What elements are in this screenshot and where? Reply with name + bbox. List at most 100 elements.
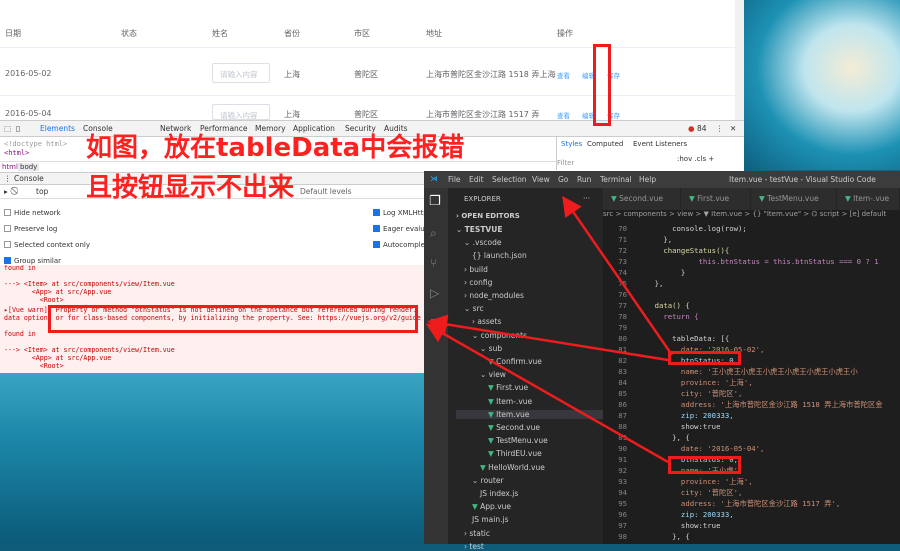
view-link[interactable]: 查看 bbox=[557, 110, 570, 120]
tree-item[interactable]: › static bbox=[464, 529, 490, 538]
tab-elements[interactable]: Elements bbox=[40, 124, 75, 133]
code-line[interactable]: show:true bbox=[637, 521, 721, 530]
checkbox-icon[interactable] bbox=[373, 209, 380, 216]
checkbox-icon[interactable] bbox=[373, 241, 380, 248]
tree-item[interactable]: ▼ Item-.vue bbox=[488, 397, 532, 406]
tree-item[interactable]: ▼ Confirm.vue bbox=[488, 357, 542, 366]
name-input[interactable]: 请输入内容 bbox=[212, 63, 270, 83]
tab-styles[interactable]: Styles bbox=[561, 140, 582, 148]
menu-run[interactable]: Run bbox=[577, 175, 591, 184]
crumb-body[interactable]: body bbox=[18, 163, 40, 171]
code-line[interactable]: data() { bbox=[637, 301, 690, 310]
tab-event-listeners[interactable]: Event Listeners bbox=[633, 140, 687, 148]
tree-item[interactable]: ▼ Item.vue bbox=[456, 409, 603, 419]
checkbox-icon[interactable] bbox=[4, 257, 11, 264]
menu-view[interactable]: View bbox=[532, 175, 550, 184]
context-select[interactable]: top bbox=[36, 187, 48, 196]
close-icon[interactable]: ✕ bbox=[730, 124, 736, 133]
filter-input[interactable]: Filter bbox=[557, 159, 574, 167]
tree-item[interactable]: › test bbox=[464, 542, 484, 551]
menu-help[interactable]: Help bbox=[639, 175, 656, 184]
checkbox-icon[interactable] bbox=[4, 225, 11, 232]
checkbox-icon[interactable] bbox=[373, 225, 380, 232]
extensions-icon[interactable]: ⊞ bbox=[430, 316, 440, 330]
tree-item[interactable]: ▼ TestMenu.vue bbox=[488, 436, 548, 445]
page-scrollbar[interactable] bbox=[735, 0, 744, 120]
tree-item[interactable]: ⌄ components bbox=[472, 331, 527, 340]
crumb-html[interactable]: html bbox=[2, 163, 18, 171]
explorer-more-icon[interactable]: ··· bbox=[583, 194, 590, 203]
doctype-line[interactable]: <!doctype html> bbox=[4, 140, 67, 148]
code-line[interactable]: zip: 200333, bbox=[637, 510, 734, 519]
sidebar-toggle-icon[interactable]: ▸ bbox=[4, 187, 8, 196]
tab-second-vue[interactable]: ▼ Second.vue bbox=[603, 188, 681, 210]
tree-item[interactable]: ⌄ router bbox=[472, 476, 504, 485]
code-line[interactable]: name: '王小虎王小虎王小虎王小虎王小虎王小虎王小 bbox=[637, 367, 858, 377]
tree-item[interactable]: ⌄ sub bbox=[480, 344, 502, 353]
name-input[interactable]: 请输入内容 bbox=[212, 104, 270, 120]
tab-console-drawer[interactable]: Console bbox=[14, 174, 44, 183]
option-preserve-log[interactable]: Preserve log bbox=[4, 225, 57, 233]
run-debug-icon[interactable]: ▷ bbox=[430, 286, 439, 300]
code-line[interactable]: province: '上海', bbox=[637, 477, 753, 487]
code-line[interactable]: zip: 200333, bbox=[637, 411, 734, 420]
tab-first-vue[interactable]: ▼ First.vue bbox=[681, 188, 751, 210]
tree-item[interactable]: › assets bbox=[472, 317, 501, 326]
tree-item[interactable]: › node_modules bbox=[464, 291, 524, 300]
drawer-menu-icon[interactable]: ⋮ bbox=[4, 174, 12, 183]
tree-item[interactable]: ▼ First.vue bbox=[488, 383, 528, 392]
option-selected-context[interactable]: Selected context only bbox=[4, 241, 90, 249]
code-line[interactable]: return { bbox=[637, 312, 698, 321]
view-link[interactable]: 查看 bbox=[557, 70, 570, 80]
code-line[interactable]: console.log(row); bbox=[637, 224, 747, 233]
checkbox-icon[interactable] bbox=[4, 209, 11, 216]
code-line[interactable]: }, bbox=[637, 235, 672, 244]
tab-item-dash-vue[interactable]: ▼ Item-.vue bbox=[837, 188, 900, 210]
editor-breadcrumb[interactable]: src > components > view > ▼ Item.vue > {… bbox=[603, 210, 900, 222]
tree-item[interactable]: ▼ Second.vue bbox=[488, 423, 540, 432]
tab-computed[interactable]: Computed bbox=[587, 140, 623, 148]
code-line[interactable]: this.btnStatus = this.btnStatus === 0 ? … bbox=[637, 257, 879, 266]
code-line[interactable]: show:true bbox=[637, 422, 721, 431]
device-icon[interactable]: ▯ bbox=[16, 124, 20, 133]
menu-terminal[interactable]: Terminal bbox=[600, 175, 632, 184]
code-line[interactable]: changeStatus(){ bbox=[637, 246, 729, 255]
more-icon[interactable]: ⋮ bbox=[716, 124, 724, 133]
inspect-icon[interactable]: ⬚ bbox=[4, 124, 11, 133]
menu-edit[interactable]: Edit bbox=[469, 175, 484, 184]
tree-item[interactable]: ▼ ThirdEU.vue bbox=[488, 449, 542, 458]
filter-toggles[interactable]: :hov .cls + bbox=[677, 155, 714, 163]
option-hide-network[interactable]: Hide network bbox=[4, 209, 61, 217]
tree-item[interactable]: ⌄ TESTVUE bbox=[456, 225, 502, 234]
tree-item[interactable]: ⌄ .vscode bbox=[464, 238, 502, 247]
code-line[interactable]: address: '上海市普陀区金沙江路 1518 弄上海市普陀区金 bbox=[637, 400, 883, 410]
error-count[interactable]: 84 bbox=[697, 124, 707, 133]
tab-testmenu-vue[interactable]: ▼ TestMenu.vue bbox=[751, 188, 837, 210]
code-line[interactable]: tableData: [{ bbox=[637, 334, 729, 343]
tree-item[interactable]: › build bbox=[464, 265, 488, 274]
code-line[interactable]: city: '普陀区', bbox=[637, 389, 742, 399]
open-editors-section[interactable]: › OPEN EDITORS bbox=[456, 212, 520, 220]
checkbox-icon[interactable] bbox=[4, 241, 11, 248]
tree-item[interactable]: ⌄ src bbox=[464, 304, 484, 313]
tree-item[interactable]: {} launch.json bbox=[472, 251, 527, 260]
code-line[interactable]: }, bbox=[637, 279, 664, 288]
code-editor[interactable]: 70 console.log(row); 71 }, 72 changeStatus… bbox=[603, 222, 900, 544]
code-line[interactable]: city: '普陀区', bbox=[637, 488, 742, 498]
html-line[interactable]: <html> bbox=[4, 149, 29, 157]
tree-item[interactable]: JS main.js bbox=[472, 515, 508, 524]
option-log-xhr[interactable]: Log XMLHttp bbox=[373, 209, 428, 217]
source-control-icon[interactable]: ⑂ bbox=[430, 256, 437, 270]
code-line[interactable]: }, { bbox=[637, 433, 690, 442]
option-group-similar[interactable]: Group similar bbox=[4, 257, 61, 265]
code-line[interactable]: } bbox=[637, 268, 685, 277]
option-eager-eval[interactable]: Eager evalua bbox=[373, 225, 429, 233]
option-autocomplete[interactable]: Autocomple bbox=[373, 241, 425, 249]
code-line[interactable]: address: '上海市普陀区金沙江路 1517 弄', bbox=[637, 499, 840, 509]
search-icon[interactable]: ⌕ bbox=[430, 226, 437, 241]
tree-item[interactable]: ▼ HelloWorld.vue bbox=[480, 463, 545, 472]
menu-selection[interactable]: Selection bbox=[492, 175, 527, 184]
menu-go[interactable]: Go bbox=[558, 175, 568, 184]
tree-item[interactable]: › config bbox=[464, 278, 492, 287]
tree-item[interactable]: ▼ App.vue bbox=[472, 502, 511, 511]
